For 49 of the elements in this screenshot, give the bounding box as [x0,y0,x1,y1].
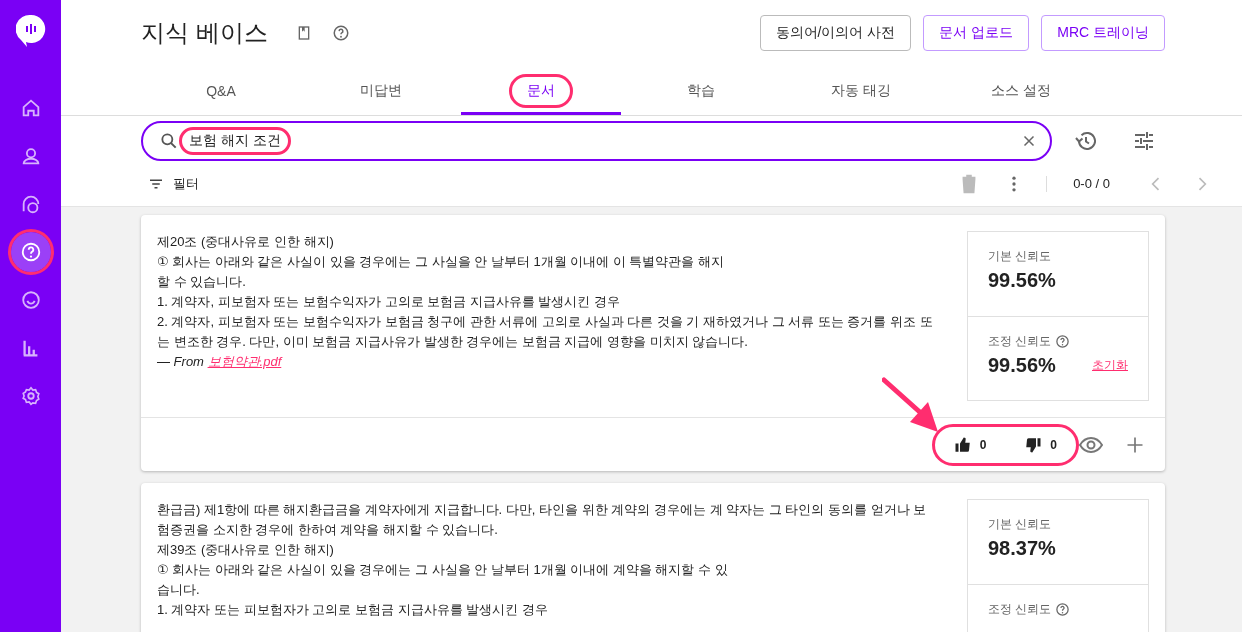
result-text-line: ① 회사는 아래와 같은 사실이 있을 경우에는 그 사실을 안 날부터 1개월 이내에 계약을 해지할 수 있 [157,561,729,579]
help-icon[interactable] [1055,334,1071,349]
header-button[interactable]: MRC 트레이닝 [1041,15,1165,51]
header-button[interactable]: 문서 업로드 [923,15,1030,51]
result-text-line: 2. 계약자, 피보험자 또는 보험수익자가 보험금 청구에 관한 서류에 고의로 사실과 다른 것을 기 재하였거나 그 서류 또는 증거를 위조 또 [157,313,934,331]
help-icon[interactable] [1055,602,1071,617]
thumbs-up-icon[interactable] [953,435,972,454]
result-text-line: ① 회사는 아래와 같은 사실이 있을 경우에는 그 사실을 안 날부터 1개월 이내에 이 특별약관을 해지 [157,253,726,271]
result-text-line: 제20조 (중대사유로 인한 해지) [157,233,335,251]
tab[interactable]: Q&A [141,70,301,115]
score-value: 98.37% [988,537,1056,560]
settings-icon[interactable] [19,385,42,407]
score-label: 기본 신뢰도 [988,516,1052,533]
source-text: — From 보험약관.pdf [157,353,284,371]
score-label: 조정 신뢰도 [988,601,1052,618]
tune-icon[interactable] [1132,129,1156,153]
chat-bubble-icon[interactable] [19,289,42,311]
search-icon [159,131,179,151]
result-text-line: 습니다. [157,581,201,599]
reset-link[interactable]: 초기화 [1092,357,1128,374]
help-icon[interactable] [19,241,42,263]
score-value: 99.56% [988,354,1056,377]
score-label: 조정 신뢰도 [988,333,1052,350]
result-text-line: 1. 계약자, 피보험자 또는 보험수익자가 고의로 보험금 지급사유를 발생시킨 경우 [157,293,621,311]
result-text-line: 험증권을 소지한 경우에 한하여 계약을 해지할 수 있습니다. [157,521,499,539]
dislike-count: 0 [1050,437,1057,452]
help-icon[interactable] [331,24,350,42]
logo-icon[interactable] [15,14,46,48]
header-button[interactable]: 동의어/이의어 사전 [759,15,912,51]
search-field[interactable]: 보험 해지 조건 [141,121,1052,161]
tab[interactable]: 미답변 [301,70,461,115]
pagination-count: 0-0 / 0 [1073,176,1110,191]
source-link[interactable]: 보험약관.pdf [207,354,282,369]
result-text-line: 할 수 있습니다. [157,273,247,291]
page-title: 지식 베이스 [141,18,268,48]
filter-label[interactable]: 필터 [173,174,199,193]
result-text-line: 는 변조한 경우. 다만, 이미 보험금 지급사유가 발생한 경우에는 보험금 지급에 영향을 미치지 않습니다. [157,333,749,351]
tab[interactable]: 자동 태깅 [781,70,941,115]
history-icon[interactable] [1074,129,1098,153]
tab[interactable]: 학습 [621,70,781,115]
result-text-line: 제39조 (중대사유로 인한 해지) [157,541,335,559]
result-text-line: 환급금) 제1항에 따른 해지환급금을 계약자에게 지급합니다. 다만, 타인을 위한 계약의 경우에는 계 약자는 그 타인의 동의를 얻거나 보 [157,501,928,519]
tab[interactable]: 문서 [461,70,621,115]
score-label: 기본 신뢰도 [988,248,1052,265]
thumbs-down-icon[interactable] [1024,435,1043,454]
tab[interactable]: 소스 설정 [941,70,1101,115]
score-value: 99.56% [988,269,1056,292]
result-text-line: 1. 계약자 또는 피보험자가 고의로 보험금 지급사유를 발생시킨 경우 [157,601,549,619]
like-count: 0 [979,437,987,452]
